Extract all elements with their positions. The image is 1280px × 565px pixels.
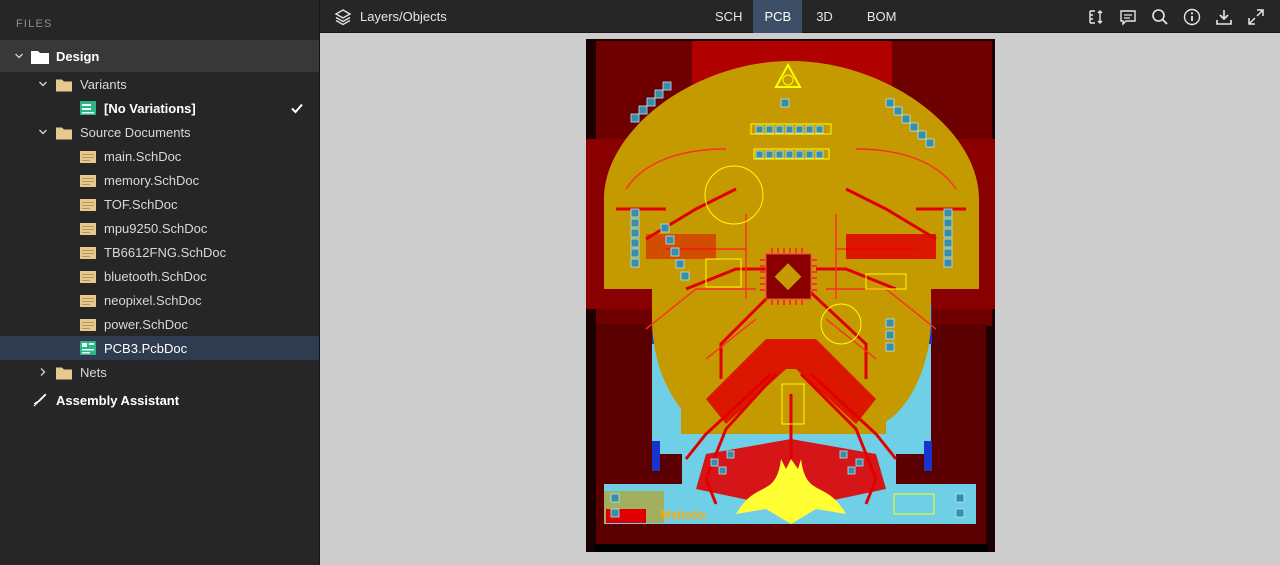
- tree-item-label: Variants: [80, 76, 127, 92]
- toolbar-actions: [1080, 0, 1272, 33]
- file-label: TOF.SchDoc: [104, 196, 178, 212]
- tab-sch[interactable]: SCH: [704, 0, 753, 33]
- file-item-mpu9250[interactable]: mpu9250.SchDoc: [0, 216, 319, 240]
- tree-item-label: [No Variations]: [104, 100, 196, 116]
- schematic-file-icon: [80, 295, 96, 307]
- tree-item-label: Design: [56, 48, 100, 64]
- fullscreen-icon: [1248, 8, 1264, 25]
- file-label: main.SchDoc: [104, 148, 182, 164]
- tree-item-label: Assembly Assistant: [56, 392, 180, 408]
- fullscreen-button[interactable]: [1240, 0, 1272, 33]
- tab-pcb[interactable]: PCB: [753, 0, 803, 33]
- chevron-right-icon[interactable]: [38, 367, 48, 377]
- tab-bom[interactable]: BOM: [847, 0, 917, 33]
- file-label: neopixel.SchDoc: [104, 292, 202, 308]
- file-label: mpu9250.SchDoc: [104, 220, 208, 236]
- info-button[interactable]: [1176, 0, 1208, 33]
- schematic-file-icon: [80, 199, 96, 211]
- chevron-down-icon[interactable]: [38, 127, 48, 137]
- file-item-bluetooth[interactable]: bluetooth.SchDoc: [0, 264, 319, 288]
- layers-objects-button[interactable]: Layers/Objects: [334, 0, 447, 33]
- file-item-power[interactable]: power.SchDoc: [0, 312, 319, 336]
- tree-item-design[interactable]: Design: [0, 40, 319, 72]
- folder-icon: [56, 79, 72, 92]
- comment-button[interactable]: [1112, 0, 1144, 33]
- schematic-file-icon: [80, 247, 96, 259]
- tree-item-assembly-assistant[interactable]: Assembly Assistant: [0, 388, 319, 412]
- tab-3d[interactable]: 3D: [802, 0, 847, 33]
- tree-item-no-variations[interactable]: [No Variations]: [0, 96, 319, 120]
- files-sidebar: FILES Design Variants [No Variations] So…: [0, 0, 320, 565]
- info-icon: [1183, 8, 1201, 25]
- chevron-down-icon[interactable]: [14, 51, 24, 61]
- file-item-tb6612fng[interactable]: TB6612FNG.SchDoc: [0, 240, 319, 264]
- file-item-tof[interactable]: TOF.SchDoc: [0, 192, 319, 216]
- schematic-file-icon: [80, 223, 96, 235]
- file-label: TB6612FNG.SchDoc: [104, 244, 227, 260]
- file-item-main[interactable]: main.SchDoc: [0, 144, 319, 168]
- pcb-board-render: Mebotix: [586, 39, 995, 552]
- file-label: memory.SchDoc: [104, 172, 200, 188]
- tree-item-nets[interactable]: Nets: [0, 360, 319, 384]
- tree-item-label: Source Documents: [80, 124, 191, 140]
- board-logo-text: Mebotix: [661, 508, 707, 522]
- measure-button[interactable]: [1080, 0, 1112, 33]
- measure-icon: [1089, 9, 1103, 24]
- download-button[interactable]: [1208, 0, 1240, 33]
- layers-icon: [334, 8, 352, 25]
- file-item-memory[interactable]: memory.SchDoc: [0, 168, 319, 192]
- file-label: power.SchDoc: [104, 316, 188, 332]
- file-label: PCB3.PcbDoc: [104, 340, 188, 356]
- folder-icon: [56, 367, 72, 380]
- chevron-down-icon[interactable]: [38, 79, 48, 89]
- file-label: bluetooth.SchDoc: [104, 268, 207, 284]
- tree-item-variants[interactable]: Variants: [0, 72, 319, 96]
- checkmark-icon: [291, 103, 303, 114]
- view-tabs: SCH PCB 3D BOM: [704, 0, 916, 33]
- schematic-file-icon: [80, 319, 96, 331]
- pcb-file-icon: [80, 341, 96, 355]
- pcb-canvas[interactable]: Mebotix: [320, 33, 1280, 565]
- layers-objects-label: Layers/Objects: [360, 9, 447, 24]
- top-toolbar: Layers/Objects SCH PCB 3D BOM: [320, 0, 1280, 33]
- file-item-pcb3[interactable]: PCB3.PcbDoc: [0, 336, 319, 360]
- search-icon: [1152, 8, 1168, 25]
- app-window: FILES Design Variants [No Variations] So…: [0, 0, 1280, 565]
- search-button[interactable]: [1144, 0, 1176, 33]
- folder-icon: [31, 51, 49, 64]
- tree-item-source-documents[interactable]: Source Documents: [0, 120, 319, 144]
- soldering-iron-icon: [33, 393, 47, 407]
- folder-icon: [56, 127, 72, 140]
- comment-icon: [1120, 9, 1136, 26]
- schematic-file-icon: [80, 151, 96, 163]
- download-icon: [1216, 9, 1232, 25]
- schematic-file-icon: [80, 271, 96, 283]
- variant-icon: [80, 101, 96, 115]
- file-item-neopixel[interactable]: neopixel.SchDoc: [0, 288, 319, 312]
- tree-item-label: Nets: [80, 364, 107, 380]
- schematic-file-icon: [80, 175, 96, 187]
